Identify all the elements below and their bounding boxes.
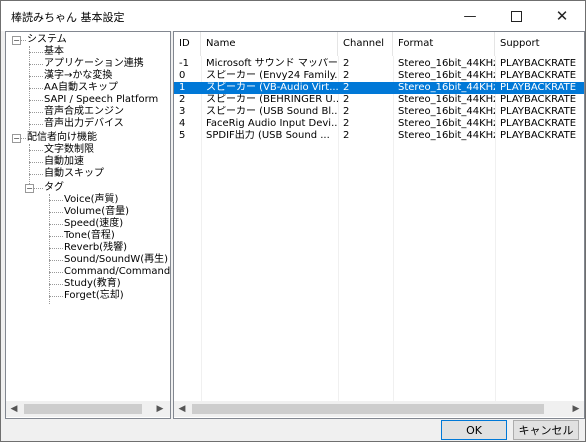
tree-node-reverb[interactable]: Reverb(残響): [64, 242, 127, 254]
tree-node-sapi[interactable]: SAPI / Speech Platform: [44, 94, 158, 106]
tree-node-basic[interactable]: 基本: [44, 46, 64, 58]
column-header-support[interactable]: Support: [495, 32, 584, 56]
table-row[interactable]: -1 Microsoft サウンド マッパー 2 Stereo_16bit_44KHz…: [174, 58, 584, 70]
scroll-right-icon[interactable]: ▶: [152, 401, 168, 417]
tree-node-command[interactable]: Command/CommandW: [64, 266, 170, 278]
tree-node-aa-skip[interactable]: AA自動スキップ: [44, 82, 118, 94]
cell-name: スピーカー (USB Sound Bl...: [206, 106, 338, 117]
close-icon[interactable]: ✕: [539, 1, 585, 31]
tree-node-speed[interactable]: Speed(速度): [64, 218, 123, 230]
cell-support: PLAYBACKRATE: [500, 106, 577, 117]
collapse-icon[interactable]: −: [12, 36, 21, 45]
tree-node-auto-skip[interactable]: 自動スキップ: [44, 168, 104, 180]
cell-channel: 2: [343, 106, 350, 117]
cell-name: スピーカー (BEHRINGER U...: [206, 94, 338, 105]
table-row[interactable]: 4 FaceRig Audio Input Devi... 2 Stereo_16bi…: [174, 118, 584, 130]
cell-format: Stereo_16bit_44KHz: [398, 82, 495, 93]
scroll-left-icon[interactable]: ◀: [6, 401, 22, 417]
ok-button[interactable]: OK: [441, 420, 507, 440]
tree-node-app-link[interactable]: アプリケーション連携: [44, 58, 144, 70]
cell-support: PLAYBACKRATE: [500, 118, 577, 129]
cell-id: 3: [179, 106, 186, 117]
cell-id: 4: [179, 118, 186, 129]
tree-node-tag[interactable]: タグ: [44, 182, 64, 194]
cell-format: Stereo_16bit_44KHz: [398, 130, 495, 141]
cell-channel: 2: [343, 130, 350, 141]
cell-name: Microsoft サウンド マッパー: [206, 58, 338, 69]
column-header-format[interactable]: Format: [393, 32, 495, 56]
tree-node-system[interactable]: システム: [27, 34, 67, 46]
settings-window: 棒読みちゃん 基本設定 — ✕ − システム 基本 アプリケーション連携 漢字→…: [0, 0, 586, 442]
cell-support: PLAYBACKRATE: [500, 130, 577, 141]
title-bar: 棒読みちゃん 基本設定 — ✕: [1, 1, 585, 31]
cell-name: スピーカー (VB-Audio Virt...: [206, 82, 338, 93]
scroll-right-icon[interactable]: ▶: [568, 401, 584, 417]
table-row[interactable]: 3 スピーカー (USB Sound Bl... 2 Stereo_16bit_44K…: [174, 106, 584, 118]
cell-format: Stereo_16bit_44KHz: [398, 70, 495, 81]
tree-node-synth-engine[interactable]: 音声合成エンジン: [44, 106, 124, 118]
cell-id: 0: [179, 70, 186, 81]
cell-support: PLAYBACKRATE: [500, 58, 577, 69]
cell-channel: 2: [343, 94, 350, 105]
tree-node-sound[interactable]: Sound/SoundW(再生): [64, 254, 168, 266]
cell-support: PLAYBACKRATE: [500, 82, 577, 93]
minimize-icon[interactable]: —: [447, 1, 493, 31]
cancel-button[interactable]: キャンセル: [513, 420, 579, 440]
cell-id: 5: [179, 130, 186, 141]
cell-channel: 2: [343, 58, 350, 69]
settings-tree: − システム 基本 アプリケーション連携 漢字→かな変換 AA自動スキップ SA…: [6, 32, 170, 402]
cell-id: 1: [179, 82, 186, 93]
list-horizontal-scrollbar[interactable]: ◀ ▶: [174, 401, 584, 417]
window-title: 棒読みちゃん 基本設定: [11, 11, 125, 24]
cell-format: Stereo_16bit_44KHz: [398, 58, 495, 69]
cell-id: -1: [179, 58, 189, 69]
column-header-channel[interactable]: Channel: [338, 32, 393, 56]
tree-node-output-device[interactable]: 音声出力デバイス: [44, 118, 124, 130]
cell-name: SPDIF出力 (USB Sound ...: [206, 130, 330, 141]
collapse-icon[interactable]: −: [12, 134, 21, 143]
tree-node-kanji-kana[interactable]: 漢字→かな変換: [44, 70, 112, 82]
audio-device-list-panel: ID Name Channel Format Support -1 Microso…: [173, 31, 585, 419]
cell-name: スピーカー (Envy24 Family...: [206, 70, 338, 81]
table-row[interactable]: 2 スピーカー (BEHRINGER U... 2 Stereo_16bit_44KH…: [174, 94, 584, 106]
tree-node-voice[interactable]: Voice(声質): [64, 194, 118, 206]
table-row[interactable]: 0 スピーカー (Envy24 Family... 2 Stereo_16bit_44…: [174, 70, 584, 82]
cell-channel: 2: [343, 70, 350, 81]
cell-format: Stereo_16bit_44KHz: [398, 106, 495, 117]
tree-node-char-limit[interactable]: 文字数制限: [44, 144, 94, 156]
table-row[interactable]: 5 SPDIF出力 (USB Sound ... 2 Stereo_16bit_44K…: [174, 130, 584, 142]
column-header-name[interactable]: Name: [201, 32, 338, 56]
cell-channel: 2: [343, 118, 350, 129]
tree-horizontal-scrollbar[interactable]: ◀ ▶: [6, 401, 170, 417]
column-header-id[interactable]: ID: [174, 32, 201, 56]
cell-name: FaceRig Audio Input Devi...: [206, 118, 338, 129]
cell-format: Stereo_16bit_44KHz: [398, 94, 495, 105]
cell-id: 2: [179, 94, 186, 105]
cell-support: PLAYBACKRATE: [500, 70, 577, 81]
tree-node-volume[interactable]: Volume(音量): [64, 206, 129, 218]
tree-node-broadcast[interactable]: 配信者向け機能: [27, 132, 97, 144]
cell-channel: 2: [343, 82, 350, 93]
collapse-icon[interactable]: −: [25, 184, 34, 193]
tree-node-tone[interactable]: Tone(音程): [64, 230, 115, 242]
cell-support: PLAYBACKRATE: [500, 94, 577, 105]
cell-format: Stereo_16bit_44KHz: [398, 118, 495, 129]
scrollbar-thumb[interactable]: [24, 404, 142, 414]
tree-node-forget[interactable]: Forget(忘却): [64, 290, 124, 302]
table-row[interactable]: 1 スピーカー (VB-Audio Virt... 2 Stereo_16bit_44…: [174, 82, 584, 94]
scroll-left-icon[interactable]: ◀: [174, 401, 190, 417]
maximize-icon[interactable]: [493, 1, 539, 31]
tree-node-auto-accel[interactable]: 自動加速: [44, 156, 84, 168]
scrollbar-thumb[interactable]: [192, 404, 544, 414]
settings-tree-panel: − システム 基本 アプリケーション連携 漢字→かな変換 AA自動スキップ SA…: [5, 31, 171, 419]
tree-node-study[interactable]: Study(教育): [64, 278, 121, 290]
